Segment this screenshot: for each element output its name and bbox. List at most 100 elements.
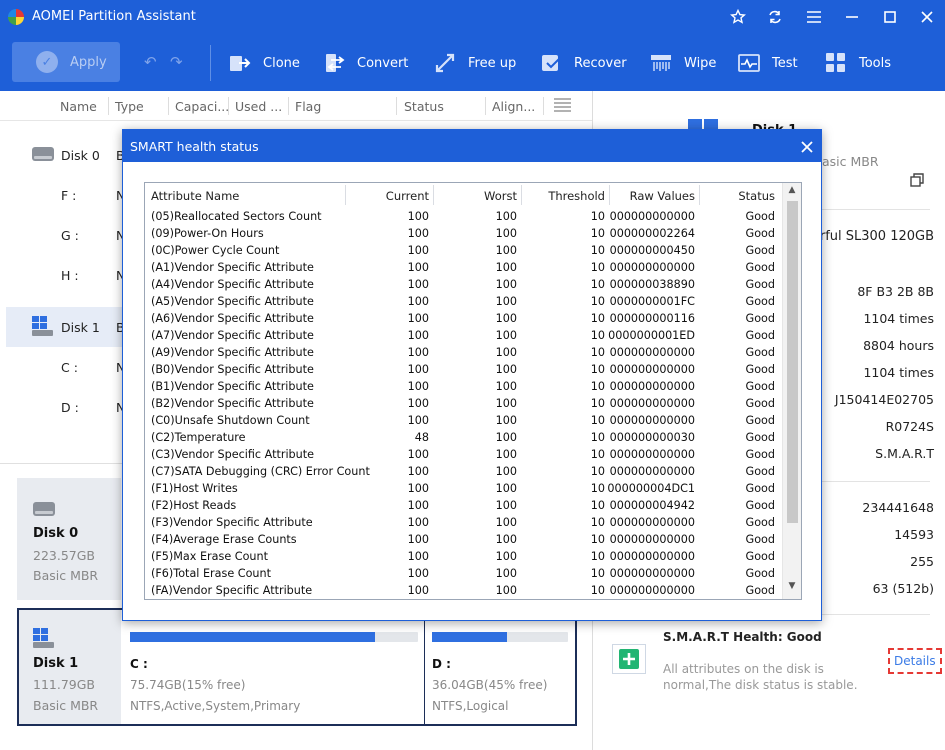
dialog-close-icon[interactable] bbox=[801, 135, 813, 158]
clone-button[interactable]: Clone bbox=[229, 50, 300, 76]
worst-cell: 100 bbox=[495, 346, 517, 359]
status-cell: Good bbox=[745, 244, 775, 257]
vertical-scrollbar[interactable]: ▲ ▼ bbox=[782, 183, 801, 599]
current-cell: 100 bbox=[407, 363, 429, 376]
toolbar: ✓ Apply ↶ ↷ Clone Convert Free up Recove… bbox=[0, 35, 945, 91]
scrollbar-thumb[interactable] bbox=[787, 201, 798, 523]
table-row[interactable]: (B2)Vendor Specific Attribute 100 100 10 000… bbox=[145, 395, 783, 412]
table-row[interactable]: (A1)Vendor Specific Attribute 100 100 10 000… bbox=[145, 259, 783, 276]
table-row[interactable]: (A4)Vendor Specific Attribute 100 100 10 000… bbox=[145, 276, 783, 293]
column-divider bbox=[168, 97, 169, 115]
property-value: 14593 bbox=[894, 527, 934, 542]
header-status[interactable]: Status bbox=[738, 189, 775, 203]
threshold-cell: 10 bbox=[590, 278, 605, 291]
property-value: 8804 hours bbox=[863, 338, 934, 353]
refresh-icon[interactable] bbox=[763, 6, 787, 28]
threshold-cell: 10 bbox=[590, 584, 605, 597]
column-divider bbox=[288, 97, 289, 115]
raw-value-cell: 000000038890 bbox=[609, 278, 695, 291]
partition-label: G : bbox=[61, 228, 79, 243]
column-used[interactable]: Used ... bbox=[235, 99, 282, 114]
threshold-cell: 10 bbox=[590, 261, 605, 274]
table-row[interactable]: (C0)Unsafe Shutdown Count 100 100 10 0000000… bbox=[145, 412, 783, 429]
table-row[interactable]: (B1)Vendor Specific Attribute 100 100 10 000… bbox=[145, 378, 783, 395]
disk-0-card[interactable]: Disk 0 223.57GB Basic MBR bbox=[17, 478, 121, 600]
current-cell: 100 bbox=[407, 295, 429, 308]
column-capacity[interactable]: Capaci... bbox=[175, 99, 229, 114]
partition-c-block[interactable]: C : 75.74GB(15% free) NTFS,Active,System… bbox=[123, 610, 423, 724]
header-threshold[interactable]: Threshold bbox=[548, 189, 605, 203]
tree-row-disk-1[interactable]: Disk 1 B bbox=[6, 307, 126, 347]
status-cell: Good bbox=[745, 397, 775, 410]
table-row[interactable]: (F6)Total Erase Count 100 100 10 00000000000… bbox=[145, 565, 783, 582]
tools-button[interactable]: Tools bbox=[825, 50, 891, 76]
scroll-down-icon[interactable]: ▼ bbox=[783, 581, 801, 597]
table-row[interactable]: (C3)Vendor Specific Attribute 100 100 10 000… bbox=[145, 446, 783, 463]
header-raw-values[interactable]: Raw Values bbox=[630, 189, 695, 203]
worst-cell: 100 bbox=[495, 295, 517, 308]
status-cell: Good bbox=[745, 448, 775, 461]
maximize-icon[interactable] bbox=[878, 6, 902, 28]
scroll-up-icon[interactable]: ▲ bbox=[783, 185, 801, 201]
table-row[interactable]: (F5)Max Erase Count 100 100 10 000000000000 G… bbox=[145, 548, 783, 565]
redo-icon[interactable]: ↷ bbox=[170, 53, 183, 71]
table-row[interactable]: (F1)Host Writes 100 100 10 000000004DC1 Good bbox=[145, 480, 783, 497]
partition-d-block[interactable]: D : 36.04GB(45% free) NTFS,Logical bbox=[425, 610, 575, 724]
column-status[interactable]: Status bbox=[404, 99, 444, 114]
raw-value-cell: 000000000000 bbox=[609, 397, 695, 410]
status-cell: Good bbox=[745, 278, 775, 291]
table-row[interactable]: (A6)Vendor Specific Attribute 100 100 10 000… bbox=[145, 310, 783, 327]
table-row[interactable]: (C7)SATA Debugging (CRC) Error Count 100 1… bbox=[145, 463, 783, 480]
wipe-button[interactable]: Wipe bbox=[650, 50, 716, 76]
current-cell: 100 bbox=[407, 465, 429, 478]
table-row[interactable]: (FA)Vendor Specific Attribute 100 100 10 000… bbox=[145, 582, 783, 599]
header-worst[interactable]: Worst bbox=[484, 189, 517, 203]
table-row[interactable]: (B0)Vendor Specific Attribute 100 100 10 000… bbox=[145, 361, 783, 378]
disk-1-card[interactable]: Disk 1 111.79GB Basic MBR C : 75.74GB(15… bbox=[17, 608, 577, 726]
table-row[interactable]: (0C)Power Cycle Count 100 100 10 00000000045… bbox=[145, 242, 783, 259]
column-settings-icon[interactable] bbox=[554, 98, 571, 115]
column-divider bbox=[228, 97, 229, 115]
attribute-name-cell: (C2)Temperature bbox=[151, 431, 246, 444]
table-row[interactable]: (F4)Average Erase Counts 100 100 10 00000000… bbox=[145, 531, 783, 548]
star-icon[interactable] bbox=[726, 6, 750, 28]
raw-value-cell: 000000000000 bbox=[609, 363, 695, 376]
table-row[interactable]: (F2)Host Reads 100 100 10 000000004942 Good bbox=[145, 497, 783, 514]
table-row[interactable]: (F3)Vendor Specific Attribute 100 100 10 000… bbox=[145, 514, 783, 531]
table-row[interactable]: (C2)Temperature 48 100 10 000000000030 Good bbox=[145, 429, 783, 446]
partition-d-fs: NTFS,Logical bbox=[432, 699, 509, 713]
table-row[interactable]: (A5)Vendor Specific Attribute 100 100 10 000… bbox=[145, 293, 783, 310]
worst-cell: 100 bbox=[495, 584, 517, 597]
test-label: Test bbox=[772, 55, 798, 71]
worst-cell: 100 bbox=[495, 533, 517, 546]
convert-button[interactable]: Convert bbox=[323, 50, 408, 76]
table-row[interactable]: (09)Power-On Hours 100 100 10 000000002264 Go… bbox=[145, 225, 783, 242]
free-up-button[interactable]: Free up bbox=[434, 50, 516, 76]
column-alignment[interactable]: Align... bbox=[492, 99, 535, 114]
copy-icon[interactable] bbox=[910, 173, 924, 190]
status-cell: Good bbox=[745, 227, 775, 240]
current-cell: 100 bbox=[407, 482, 429, 495]
close-icon[interactable] bbox=[915, 6, 939, 28]
header-attribute-name[interactable]: Attribute Name bbox=[151, 189, 239, 203]
apply-button[interactable]: ✓ Apply bbox=[12, 42, 120, 82]
table-row[interactable]: (A7)Vendor Specific Attribute 100 100 10 000… bbox=[145, 327, 783, 344]
raw-value-cell: 000000000000 bbox=[609, 516, 695, 529]
menu-icon[interactable] bbox=[802, 6, 826, 28]
table-row[interactable]: (A9)Vendor Specific Attribute 100 100 10 000… bbox=[145, 344, 783, 361]
undo-icon[interactable]: ↶ bbox=[144, 53, 157, 71]
worst-cell: 100 bbox=[495, 210, 517, 223]
table-row[interactable]: (05)Reallocated Sectors Count 100 100 10 000… bbox=[145, 208, 783, 225]
raw-value-cell: 000000000000 bbox=[609, 210, 695, 223]
attribute-name-cell: (C0)Unsafe Shutdown Count bbox=[151, 414, 310, 427]
recover-button[interactable]: Recover bbox=[540, 50, 627, 76]
minimize-icon[interactable] bbox=[840, 6, 864, 28]
column-type[interactable]: Type bbox=[115, 99, 144, 114]
test-button[interactable]: Test bbox=[738, 50, 798, 76]
column-flag[interactable]: Flag bbox=[295, 99, 321, 114]
column-name[interactable]: Name bbox=[60, 99, 97, 114]
details-link[interactable]: Details bbox=[888, 648, 942, 674]
worst-cell: 100 bbox=[495, 380, 517, 393]
check-icon: ✓ bbox=[36, 51, 58, 73]
header-current[interactable]: Current bbox=[386, 189, 429, 203]
